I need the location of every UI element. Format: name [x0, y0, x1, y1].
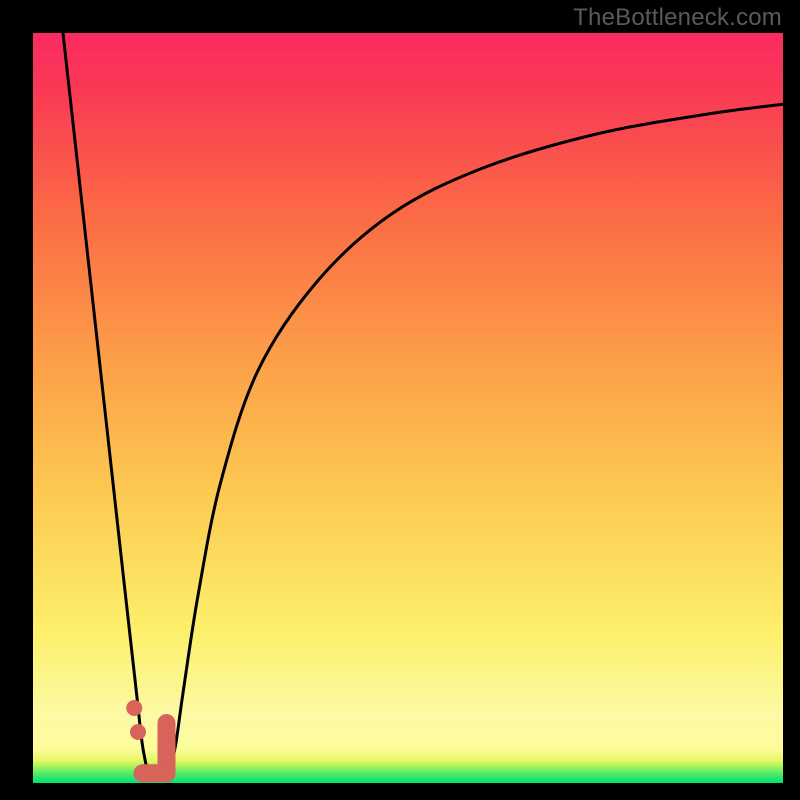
- outer-frame: TheBottleneck.com: [0, 0, 800, 800]
- curve-right-branch: [168, 104, 783, 779]
- curve-left-branch: [63, 33, 149, 779]
- chart-svg: [33, 33, 783, 783]
- marker-dot-lower: [130, 724, 146, 740]
- chart-plot-area: [33, 33, 783, 783]
- watermark-text: TheBottleneck.com: [573, 4, 782, 32]
- marker-dot-upper: [126, 700, 142, 716]
